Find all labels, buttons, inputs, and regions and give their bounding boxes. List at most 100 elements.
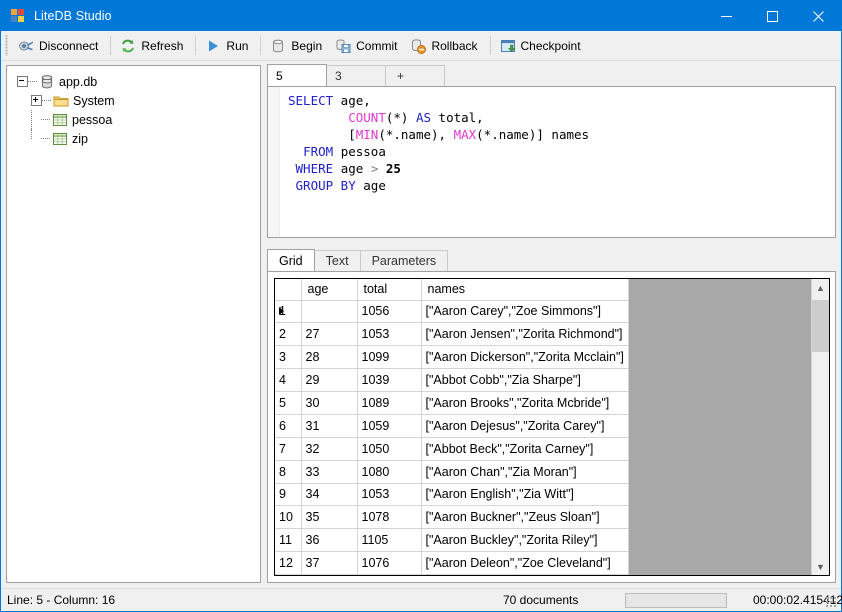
collapse-expander-icon[interactable]	[17, 76, 28, 87]
rollback-button[interactable]: Rollback	[406, 33, 484, 58]
cell-names[interactable]: ["Abbot Cobb","Zia Sharpe"]	[421, 368, 629, 392]
row-header[interactable]: 6	[275, 414, 302, 438]
refresh-button[interactable]: Refresh	[116, 33, 190, 58]
cell-age[interactable]: 36	[301, 528, 358, 553]
scrollbar-track[interactable]	[812, 296, 829, 558]
commit-label: Commit	[356, 38, 398, 53]
cell-names[interactable]: ["Aaron Deleon","Zoe Cleveland"]	[421, 551, 629, 575]
cell-age[interactable]: 28	[301, 345, 358, 370]
run-button[interactable]: Run	[201, 33, 255, 58]
cell-age[interactable]: 33	[301, 460, 358, 484]
table-row[interactable]: 3 28 1099 ["Aaron Dickerson","Zorita Mcclai…	[275, 345, 629, 370]
editor-tab-3[interactable]: 3	[326, 65, 386, 86]
cell-names[interactable]: ["Aaron Jensen","Zorita Richmond"]	[421, 322, 629, 347]
row-header[interactable]: 1	[275, 300, 302, 324]
column-header-total[interactable]: total	[357, 279, 422, 301]
table-row[interactable]: 1 26 1056 ["Aaron Carey","Zoe Simmons"]	[275, 300, 629, 324]
tab-text[interactable]: Text	[313, 250, 361, 271]
cell-names[interactable]: ["Aaron Dejesus","Zorita Carey"]	[421, 414, 629, 438]
cell-age[interactable]: 29	[301, 368, 358, 392]
cell-names[interactable]: ["Aaron Dickerson","Zorita Mcclain"]	[421, 345, 629, 370]
row-header[interactable]: 2	[275, 322, 302, 347]
table-row[interactable]: 9 34 1053 ["Aaron English","Zia Witt"]	[275, 483, 629, 507]
cell-names[interactable]: ["Aaron Brooks","Zorita Mcbride"]	[421, 391, 629, 415]
cell-age[interactable]: 27	[301, 322, 358, 347]
cell-total[interactable]: 1099	[357, 345, 422, 370]
sql-editor-content[interactable]: SELECT age, COUNT(*) AS total, [MIN(*.na…	[280, 87, 835, 237]
cell-total[interactable]: 1056	[357, 300, 422, 324]
cell-total[interactable]: 1076	[357, 551, 422, 575]
cell-age[interactable]: 30	[301, 391, 358, 415]
cell-total[interactable]: 1050	[357, 437, 422, 461]
column-header-age[interactable]: age	[301, 279, 358, 301]
editor-tab-new[interactable]: +	[385, 65, 445, 86]
table-row[interactable]: 6 31 1059 ["Aaron Dejesus","Zorita Carey"]	[275, 414, 629, 438]
row-header[interactable]: 10	[275, 505, 302, 530]
expand-expander-icon[interactable]	[31, 95, 42, 106]
results-grid[interactable]: age total names 1 26 1056 ["Aaron Carey","Z…	[274, 278, 830, 576]
current-row-indicator-icon	[279, 307, 284, 316]
editor-tab-5[interactable]: 5	[267, 64, 327, 86]
tree-item-zip[interactable]: zip	[7, 129, 260, 148]
close-button[interactable]	[795, 1, 841, 31]
table-row[interactable]: 5 30 1089 ["Aaron Brooks","Zorita Mcbride"]	[275, 391, 629, 415]
cell-age[interactable]: 31	[301, 414, 358, 438]
row-header[interactable]: 4	[275, 368, 302, 392]
tab-parameters[interactable]: Parameters	[359, 250, 449, 271]
scroll-up-arrow-icon[interactable]: ▲	[812, 279, 829, 296]
scroll-down-arrow-icon[interactable]: ▼	[812, 558, 829, 575]
maximize-button[interactable]	[749, 1, 795, 31]
scrollbar-thumb[interactable]	[812, 300, 829, 352]
resize-grip-icon[interactable]	[826, 597, 838, 609]
table-row[interactable]: 8 33 1080 ["Aaron Chan","Zia Moran"]	[275, 460, 629, 484]
cell-total[interactable]: 1059	[357, 414, 422, 438]
row-header[interactable]: 7	[275, 437, 302, 461]
cell-names[interactable]: ["Aaron Buckner","Zeus Sloan"]	[421, 505, 629, 530]
table-row[interactable]: 10 35 1078 ["Aaron Buckner","Zeus Sloan"]	[275, 505, 629, 530]
cell-age[interactable]: 37	[301, 551, 358, 575]
checkpoint-button[interactable]: Checkpoint	[496, 33, 588, 58]
cell-age[interactable]: 34	[301, 483, 358, 507]
row-header[interactable]: 8	[275, 460, 302, 484]
commit-button[interactable]: Commit	[331, 33, 404, 58]
table-row[interactable]: 4 29 1039 ["Abbot Cobb","Zia Sharpe"]	[275, 368, 629, 392]
table-row[interactable]: 12 37 1076 ["Aaron Deleon","Zoe Cleveland"]	[275, 551, 629, 575]
row-header[interactable]: 9	[275, 483, 302, 507]
table-row[interactable]: 2 27 1053 ["Aaron Jensen","Zorita Richmond"…	[275, 322, 629, 347]
column-header-select[interactable]	[275, 279, 302, 301]
column-header-names[interactable]: names	[421, 279, 629, 301]
cell-names[interactable]: ["Aaron Buckley","Zorita Riley"]	[421, 528, 629, 553]
cell-total[interactable]: 1053	[357, 483, 422, 507]
table-row[interactable]: 11 36 1105 ["Aaron Buckley","Zorita Riley"]	[275, 528, 629, 553]
cell-names[interactable]: ["Aaron Carey","Zoe Simmons"]	[421, 300, 629, 324]
cell-names[interactable]: ["Abbot Beck","Zorita Carney"]	[421, 437, 629, 461]
cell-names[interactable]: ["Aaron Chan","Zia Moran"]	[421, 460, 629, 484]
tree-item-app-db[interactable]: app.db	[7, 72, 260, 91]
table-row[interactable]: 7 32 1050 ["Abbot Beck","Zorita Carney"]	[275, 437, 629, 461]
tab-grid[interactable]: Grid	[267, 249, 315, 271]
disconnect-button[interactable]: Disconnect	[14, 33, 105, 58]
database-tree-panel[interactable]: app.db System pessoa zip	[6, 65, 261, 583]
grid-vertical-scrollbar[interactable]: ▲ ▼	[811, 279, 829, 575]
cell-total[interactable]: 1039	[357, 368, 422, 392]
cell-age[interactable]: 35	[301, 505, 358, 530]
row-header[interactable]: 11	[275, 528, 302, 553]
cell-total[interactable]: 1089	[357, 391, 422, 415]
row-header[interactable]: 12	[275, 551, 302, 575]
sql-editor[interactable]: SELECT age, COUNT(*) AS total, [MIN(*.na…	[267, 86, 836, 238]
begin-button[interactable]: Begin	[266, 33, 329, 58]
run-play-icon	[209, 40, 219, 51]
cell-total[interactable]: 1080	[357, 460, 422, 484]
row-header[interactable]: 5	[275, 391, 302, 415]
cell-age[interactable]: 32	[301, 437, 358, 461]
minimize-button[interactable]	[703, 1, 749, 31]
cell-age[interactable]: 26	[301, 300, 358, 324]
cell-names[interactable]: ["Aaron English","Zia Witt"]	[421, 483, 629, 507]
row-header[interactable]: 3	[275, 345, 302, 370]
tree-item-system[interactable]: System	[7, 91, 260, 110]
tree-item-pessoa[interactable]: pessoa	[7, 110, 260, 129]
cell-total[interactable]: 1105	[357, 528, 422, 553]
toolbar-grip[interactable]	[4, 35, 11, 56]
cell-total[interactable]: 1078	[357, 505, 422, 530]
cell-total[interactable]: 1053	[357, 322, 422, 347]
